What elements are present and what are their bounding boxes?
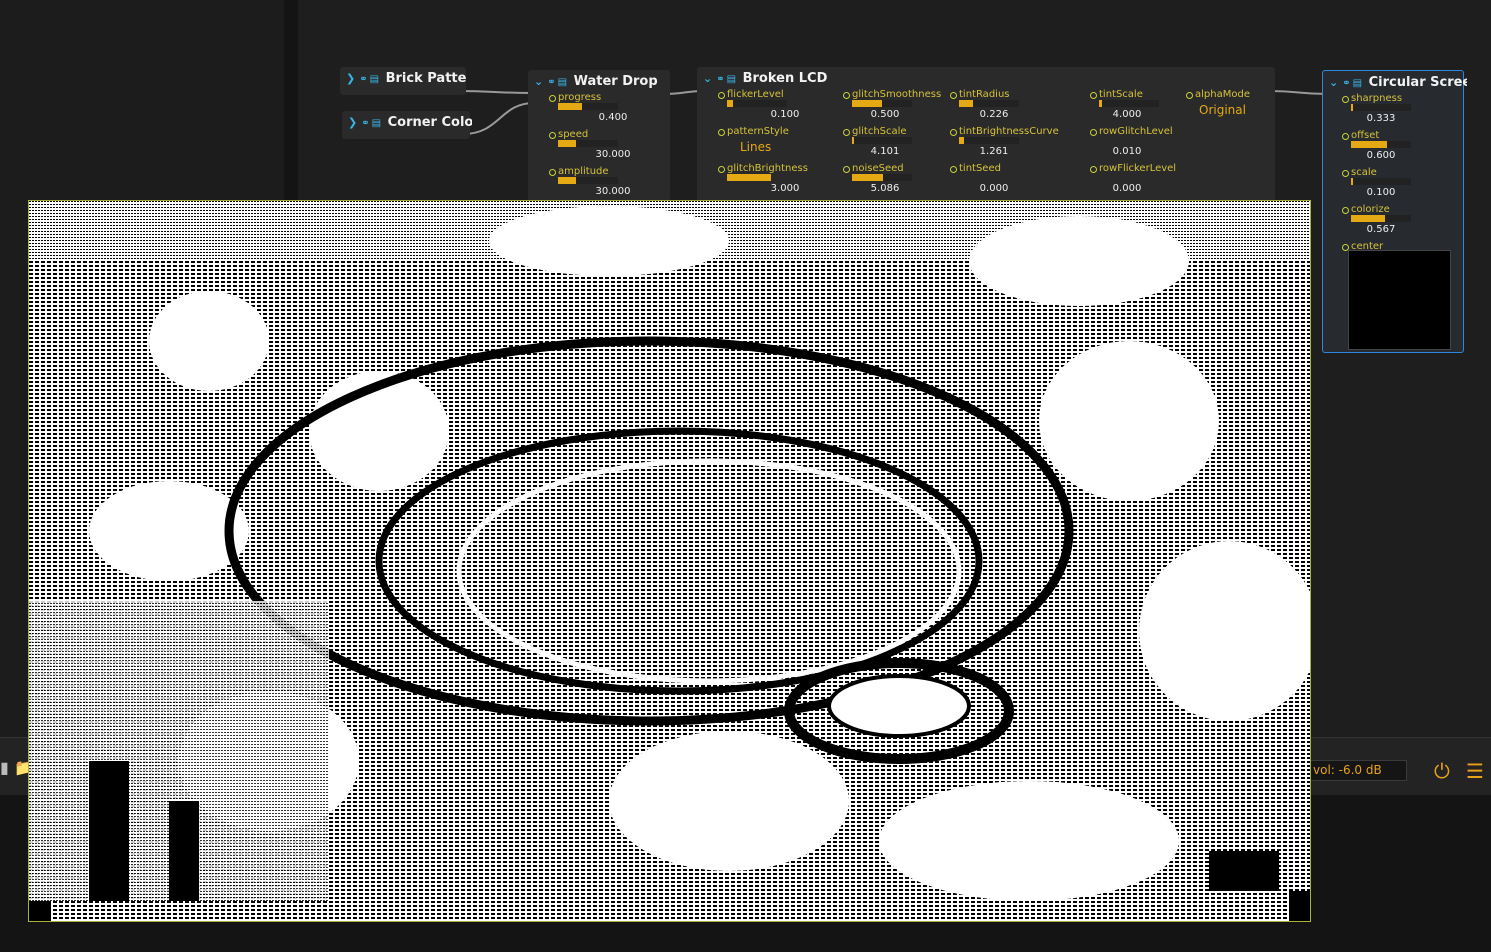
param-slider[interactable]: [1351, 141, 1411, 148]
input-port[interactable]: [549, 169, 556, 176]
slider-fill: [1351, 104, 1353, 111]
param-slider[interactable]: [558, 103, 618, 110]
slider-fill: [727, 174, 771, 181]
glitch-preview-image: [29, 201, 1310, 921]
param-slider[interactable]: [852, 100, 912, 107]
input-port[interactable]: [1090, 166, 1097, 173]
wire-lcd-to-circular[interactable]: [1267, 90, 1329, 95]
slider-fill: [558, 177, 576, 184]
param-slider[interactable]: [959, 137, 1019, 144]
pattern-style-dropdown[interactable]: Lines: [740, 140, 771, 154]
slider-fill: [852, 137, 854, 144]
node-title: Circular Screen: [1368, 75, 1467, 90]
slider-fill: [959, 137, 964, 144]
node-title: Water Drop: [573, 74, 658, 89]
input-port[interactable]: [843, 166, 850, 173]
power-icon[interactable]: ⏻: [1434, 761, 1450, 781]
link-icon: ⚭: [359, 74, 368, 85]
link-icon: ⚭: [361, 118, 370, 129]
input-port[interactable]: [1186, 92, 1193, 99]
slider-fill: [558, 103, 582, 110]
slider-fill: [959, 100, 973, 107]
param-slider[interactable]: [727, 100, 787, 107]
param-slider[interactable]: [852, 174, 912, 181]
param-slider[interactable]: [852, 137, 912, 144]
slider-fill: [1099, 100, 1102, 107]
slider-fill: [1351, 141, 1387, 148]
input-port[interactable]: [950, 129, 957, 136]
param-slider[interactable]: [1351, 215, 1411, 222]
param-slider[interactable]: [558, 140, 618, 147]
input-port[interactable]: [843, 129, 850, 136]
param-slider[interactable]: [1099, 100, 1159, 107]
node-water-drop[interactable]: ⌄ ⚭ ▤ Water Drop progress 0.400 speed 30.0…: [528, 70, 670, 202]
input-port[interactable]: [1342, 96, 1349, 103]
slider-fill: [1351, 178, 1353, 185]
folder-icon: ▤: [369, 74, 380, 85]
input-port[interactable]: [1342, 133, 1349, 140]
input-port[interactable]: [1342, 207, 1349, 214]
wire-brick-to-waterdrop[interactable]: [457, 90, 535, 94]
slider-fill: [1351, 215, 1386, 222]
chevron-down-icon[interactable]: ⌄: [1329, 76, 1338, 89]
node-title: Corner Colors: [387, 115, 472, 130]
input-port[interactable]: [1090, 92, 1097, 99]
chevron-right-icon[interactable]: ❯: [346, 72, 355, 85]
link-icon: ⚭: [1342, 78, 1351, 89]
input-port[interactable]: [1090, 129, 1097, 136]
alpha-mode-dropdown[interactable]: Original: [1199, 103, 1246, 117]
param-slider[interactable]: [1351, 178, 1411, 185]
chevron-right-icon[interactable]: ❯: [348, 116, 357, 129]
folder-icon: ▤: [371, 118, 382, 129]
node-title: Brick Pattern: [385, 71, 466, 86]
param-slider[interactable]: [959, 100, 1019, 107]
folder-icon: ▤: [726, 74, 737, 85]
input-port[interactable]: [950, 166, 957, 173]
link-icon: ⚭: [716, 74, 725, 85]
param-slider[interactable]: [558, 177, 618, 184]
slider-fill: [558, 140, 576, 147]
slider-fill: [727, 100, 733, 107]
slider-fill: [852, 100, 882, 107]
param-slider[interactable]: [727, 174, 771, 181]
slider-fill: [852, 174, 883, 181]
node-corner-colors[interactable]: ❯ ⚭▤ Corner Colors: [342, 111, 472, 139]
folder-icon: ▤: [557, 77, 568, 88]
panel-icon[interactable]: ▮: [0, 758, 9, 777]
input-port[interactable]: [843, 92, 850, 99]
param-slider[interactable]: [1351, 104, 1411, 111]
link-icon: ⚭: [547, 77, 556, 88]
chevron-down-icon[interactable]: ⌄: [534, 75, 543, 88]
volume-field[interactable]: vol: -6.0 dB: [1306, 760, 1407, 781]
node-title: Broken LCD: [742, 71, 828, 86]
input-port[interactable]: [950, 92, 957, 99]
wire-corner-to-waterdrop[interactable]: [462, 102, 535, 135]
folder-icon: ▤: [1352, 78, 1363, 89]
node-brick-pattern[interactable]: ❯ ⚭▤ Brick Pattern: [340, 67, 466, 95]
input-port[interactable]: [1342, 170, 1349, 177]
node-broken-lcd[interactable]: ⌄ ⚭ ▤ Broken LCD flickerLevel 0.100 patter…: [697, 67, 1275, 202]
input-port[interactable]: [718, 92, 725, 99]
chevron-down-icon[interactable]: ⌄: [703, 72, 712, 85]
input-port[interactable]: [718, 166, 725, 173]
center-picker-preview[interactable]: [1348, 250, 1451, 350]
sliders-icon[interactable]: ☰: [1466, 761, 1484, 781]
input-port[interactable]: [718, 129, 725, 136]
output-preview[interactable]: [28, 200, 1311, 922]
input-port[interactable]: [549, 95, 556, 102]
input-port[interactable]: [549, 132, 556, 139]
